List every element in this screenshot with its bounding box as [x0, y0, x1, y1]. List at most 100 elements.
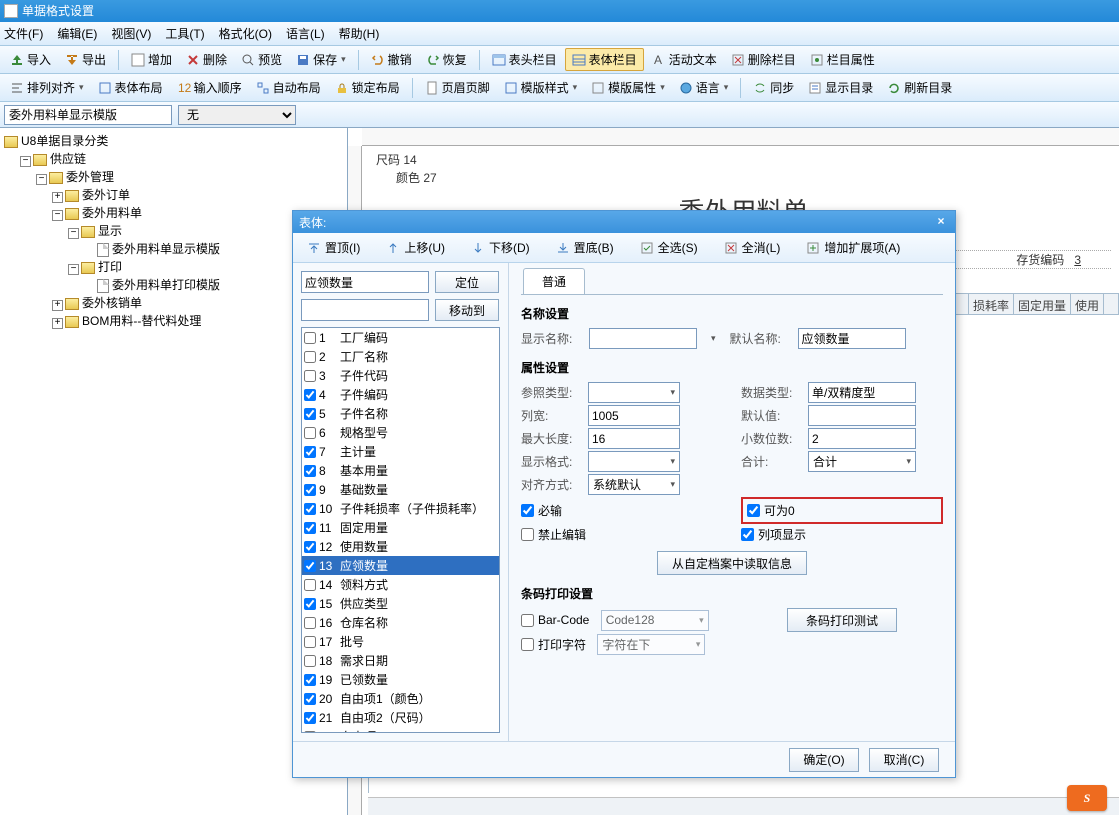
list-item-checkbox[interactable]: [304, 351, 316, 363]
displayformat-select[interactable]: ▾: [588, 451, 680, 472]
barcode-type-select[interactable]: Code128▾: [601, 610, 709, 631]
sync-button[interactable]: 同步: [747, 77, 800, 98]
list-item-checkbox[interactable]: [304, 731, 316, 734]
moveto-input[interactable]: [301, 299, 429, 321]
list-item[interactable]: 4子件编码: [302, 385, 499, 404]
dialog-titlebar[interactable]: 表体: ×: [293, 211, 955, 233]
tab-common[interactable]: 普通: [523, 268, 585, 294]
list-item[interactable]: 15供应类型: [302, 594, 499, 613]
selectnone-button[interactable]: 全消(L): [718, 237, 787, 258]
headcol-button[interactable]: 表头栏目: [486, 49, 563, 70]
ok-button[interactable]: 确定(O): [789, 748, 859, 772]
list-item[interactable]: 5子件名称: [302, 404, 499, 423]
list-item-checkbox[interactable]: [304, 693, 316, 705]
list-item[interactable]: 20自由项1（颜色）: [302, 689, 499, 708]
inputorder-button[interactable]: 12输入顺序: [171, 77, 248, 98]
locklayout-button[interactable]: 锁定布局: [329, 77, 406, 98]
grid-col[interactable]: 使用: [1071, 294, 1104, 314]
save-button[interactable]: 保存▾: [290, 49, 352, 70]
readarchive-button[interactable]: 从自定档案中读取信息: [657, 551, 807, 575]
list-item[interactable]: 7主计量: [302, 442, 499, 461]
list-item-checkbox[interactable]: [304, 541, 316, 553]
add-button[interactable]: 增加: [125, 49, 178, 70]
tree-item[interactable]: +委外订单: [52, 186, 343, 204]
redo-button[interactable]: 恢复: [420, 49, 473, 70]
printchar-checkbox[interactable]: [521, 638, 534, 651]
list-item-checkbox[interactable]: [304, 617, 316, 629]
showcatalog-button[interactable]: 显示目录: [802, 77, 879, 98]
list-item-checkbox[interactable]: [304, 427, 316, 439]
menu-view[interactable]: 视图(V): [111, 25, 151, 42]
down-button[interactable]: 下移(D): [465, 237, 536, 258]
list-item[interactable]: 10子件耗损率（子件损耗率）: [302, 499, 499, 518]
list-item[interactable]: 22自由项3: [302, 727, 499, 733]
list-item-checkbox[interactable]: [304, 712, 316, 724]
defaultvalue-input[interactable]: [808, 405, 916, 426]
tplstyle-button[interactable]: 模版样式▾: [498, 77, 584, 98]
align-select[interactable]: 系统默认▾: [588, 474, 680, 495]
noedit-checkbox[interactable]: [521, 528, 534, 541]
list-item[interactable]: 3子件代码: [302, 366, 499, 385]
list-item-checkbox[interactable]: [304, 598, 316, 610]
list-item-checkbox[interactable]: [304, 636, 316, 648]
list-item[interactable]: 13应领数量: [302, 556, 499, 575]
undo-button[interactable]: 撤销: [365, 49, 418, 70]
grid-col[interactable]: 损耗率: [969, 294, 1014, 314]
pagehf-button[interactable]: 页眉页脚: [419, 77, 496, 98]
displayname-input[interactable]: [589, 328, 697, 349]
datatype-input[interactable]: [808, 382, 916, 403]
up-button[interactable]: 上移(U): [380, 237, 451, 258]
bodylayout-button[interactable]: 表体布局: [92, 77, 169, 98]
menu-tools[interactable]: 工具(T): [165, 25, 204, 42]
autolayout-button[interactable]: 自动布局: [250, 77, 327, 98]
template-filter-select[interactable]: 无: [178, 105, 296, 125]
printchar-select[interactable]: 字符在下▾: [597, 634, 705, 655]
bodycol-button[interactable]: 表体栏目: [565, 48, 644, 71]
list-item[interactable]: 12使用数量: [302, 537, 499, 556]
import-button[interactable]: 导入: [4, 49, 57, 70]
language-button[interactable]: 语言▾: [673, 77, 735, 98]
menu-format[interactable]: 格式化(O): [219, 25, 272, 42]
tplprops-button[interactable]: 模版属性▾: [585, 77, 671, 98]
list-item-checkbox[interactable]: [304, 370, 316, 382]
list-item-checkbox[interactable]: [304, 503, 316, 515]
refreshcatalog-button[interactable]: 刷新目录: [881, 77, 958, 98]
reftype-select[interactable]: ▾: [588, 382, 680, 403]
chevron-down-icon[interactable]: ▾: [711, 333, 716, 344]
required-checkbox[interactable]: [521, 504, 534, 517]
locate-input[interactable]: [301, 271, 429, 293]
grid-col[interactable]: 固定用量: [1014, 294, 1071, 314]
close-button[interactable]: ×: [933, 214, 949, 230]
menu-edit[interactable]: 编辑(E): [57, 25, 97, 42]
list-item[interactable]: 14领料方式: [302, 575, 499, 594]
locate-button[interactable]: 定位: [435, 271, 499, 293]
menu-file[interactable]: 文件(F): [4, 25, 43, 42]
delcol-button[interactable]: 删除栏目: [725, 49, 802, 70]
list-item[interactable]: 17批号: [302, 632, 499, 651]
cancel-button[interactable]: 取消(C): [869, 748, 939, 772]
barcode-test-button[interactable]: 条码打印测试: [787, 608, 897, 632]
list-item[interactable]: 8基本用量: [302, 461, 499, 480]
bottom-button[interactable]: 置底(B): [550, 237, 620, 258]
list-item-checkbox[interactable]: [304, 446, 316, 458]
list-item-checkbox[interactable]: [304, 332, 316, 344]
template-name-field[interactable]: [4, 105, 172, 125]
list-item-checkbox[interactable]: [304, 389, 316, 401]
list-item-checkbox[interactable]: [304, 579, 316, 591]
moveto-button[interactable]: 移动到: [435, 299, 499, 321]
maxlen-input[interactable]: [588, 428, 680, 449]
list-item[interactable]: 18需求日期: [302, 651, 499, 670]
barcode-checkbox[interactable]: [521, 614, 534, 627]
colshow-checkbox[interactable]: [741, 528, 754, 541]
addextension-button[interactable]: 增加扩展项(A): [800, 237, 906, 258]
list-item[interactable]: 11固定用量: [302, 518, 499, 537]
defaultname-input[interactable]: [798, 328, 906, 349]
list-item-checkbox[interactable]: [304, 465, 316, 477]
menu-language[interactable]: 语言(L): [286, 25, 325, 42]
menu-help[interactable]: 帮助(H): [339, 25, 380, 42]
align-button[interactable]: 排列对齐▾: [4, 77, 90, 98]
allowzero-checkbox[interactable]: [747, 504, 760, 517]
column-listbox[interactable]: 1工厂编码2工厂名称3子件代码4子件编码5子件名称6规格型号7主计量8基本用量9…: [301, 327, 500, 733]
list-item-checkbox[interactable]: [304, 484, 316, 496]
list-item[interactable]: 19已领数量: [302, 670, 499, 689]
